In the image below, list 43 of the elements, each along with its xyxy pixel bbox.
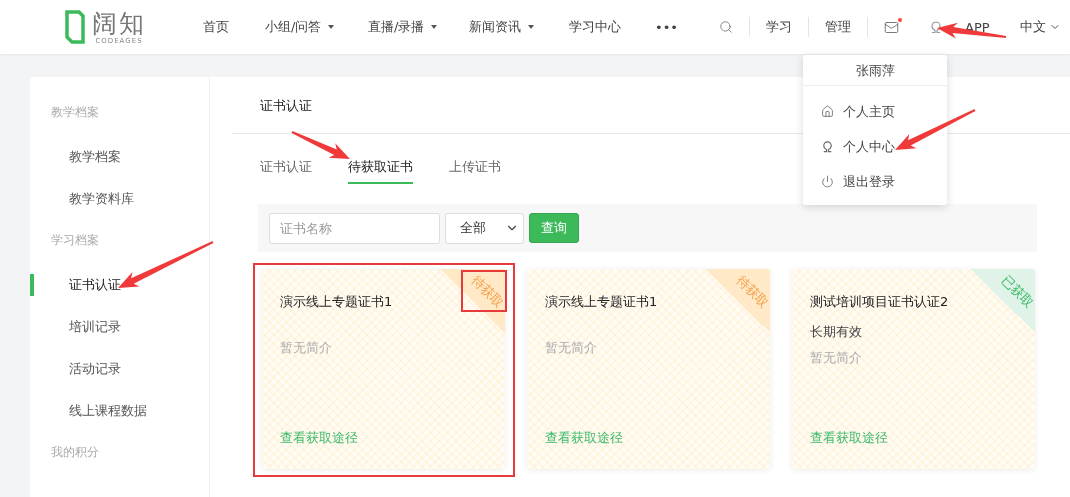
nav-link[interactable]: 首页	[203, 18, 265, 36]
status-label: 已获取	[997, 271, 1035, 313]
status-label: 待获取	[732, 271, 770, 313]
status-label: 待获取	[467, 271, 505, 313]
menu-item[interactable]: 个人主页	[803, 94, 947, 129]
status-select[interactable]: 全部	[445, 212, 524, 244]
card-title: 演示线上专题证书1	[280, 293, 394, 311]
card-title: 测试培训项目证书认证2	[810, 293, 950, 311]
sidebar-group-title: 我的积分	[50, 444, 100, 461]
card-validity: 长期有效	[810, 323, 863, 341]
power-icon	[821, 175, 834, 188]
sidebar-item[interactable]: 教学档案	[30, 146, 209, 168]
menu-item[interactable]: 退出登录	[803, 164, 947, 199]
language-switch[interactable]: 中文	[1019, 18, 1061, 36]
tab[interactable]: 上传证书	[449, 158, 501, 184]
sidebar-group-title: 教学档案	[50, 104, 100, 121]
header-link[interactable]: 管理	[825, 18, 851, 36]
sidebar-item[interactable]: 活动记录	[30, 358, 209, 380]
sidebar-item[interactable]: 教学资料库	[30, 188, 209, 210]
nav-link[interactable]: 新闻资讯	[469, 18, 569, 36]
nav-link[interactable]: 学习中心	[569, 18, 655, 36]
card-intro: 暂无简介	[280, 339, 333, 357]
user-name: 张雨萍	[803, 55, 947, 86]
home-icon	[821, 105, 834, 118]
tab[interactable]: 待获取证书	[348, 158, 413, 184]
tab[interactable]: 证书认证	[260, 158, 312, 184]
search-field[interactable]: 证书名称	[269, 212, 440, 244]
card-intro: 暂无简介	[810, 349, 863, 367]
logo-icon	[64, 9, 86, 45]
user-icon[interactable]	[929, 20, 943, 34]
nav-link[interactable]: 直播/录播	[368, 18, 469, 36]
logo-text: 阔知	[92, 9, 146, 37]
sidebar-item[interactable]: 线上课程数据	[30, 400, 209, 422]
search-icon[interactable]	[719, 20, 733, 34]
sidebar-item[interactable]: 培训记录	[30, 316, 209, 338]
user-icon	[821, 140, 834, 153]
mail-icon[interactable]	[884, 19, 899, 35]
sidebar-group-title: 学习档案	[50, 232, 100, 249]
header-link[interactable]: 学习	[766, 18, 792, 36]
nav-link[interactable]: •••	[655, 19, 705, 35]
card-intro: 暂无简介	[545, 339, 598, 357]
card-title: 演示线上专题证书1	[545, 293, 659, 311]
nav-link[interactable]: 小组/问答	[265, 18, 368, 36]
